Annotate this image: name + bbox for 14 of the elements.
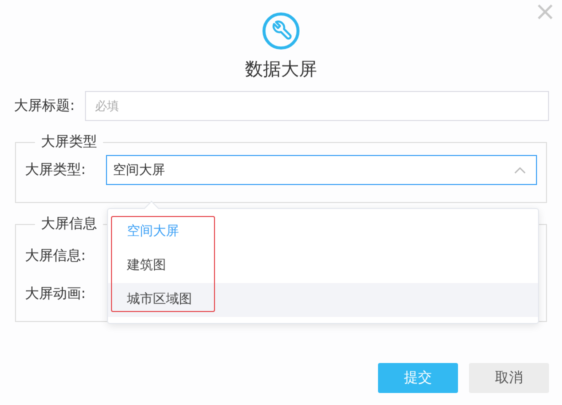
section-legend: 大屏信息: [35, 215, 103, 233]
field-label: 大屏标题:: [14, 97, 76, 115]
dropdown-option[interactable]: 城市区域图: [108, 283, 538, 317]
dropdown-option[interactable]: 建筑图: [108, 249, 538, 283]
dialog-title: 数据大屏: [245, 58, 317, 82]
section-legend: 大屏类型: [35, 133, 103, 151]
field-label: 大屏信息:: [25, 247, 87, 265]
cancel-button[interactable]: 取消: [469, 363, 549, 393]
title-input[interactable]: 必填: [85, 91, 549, 121]
caret-icon: [514, 166, 526, 174]
wrench-icon: [262, 12, 300, 50]
type-select[interactable]: 空间大屏: [106, 155, 537, 185]
field-label: 大屏动画:: [25, 285, 87, 303]
field-label: 大屏类型:: [25, 161, 87, 179]
